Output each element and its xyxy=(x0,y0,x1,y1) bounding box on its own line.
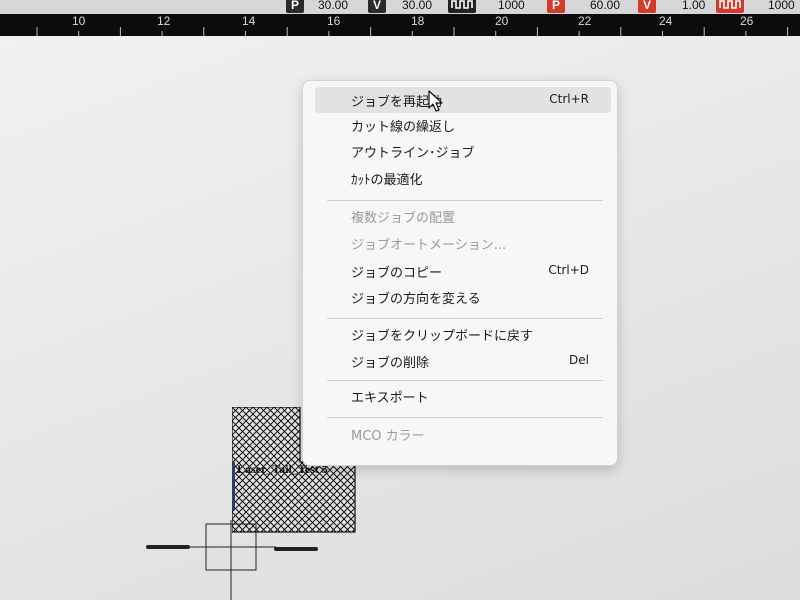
menu-separator xyxy=(327,380,603,381)
menu-item-label: アウトライン･ジョブ xyxy=(351,146,475,161)
ruler-label: 26 xyxy=(740,14,754,28)
menu-item-label: MCO カラー xyxy=(351,429,425,444)
v-icon[interactable]: V xyxy=(368,0,386,13)
menu-item-shortcut: Ctrl+R xyxy=(549,92,589,106)
horizontal-ruler: 10 12 14 16 18 20 22 24 26 xyxy=(0,14,800,36)
ruler-label: 14 xyxy=(242,14,256,28)
ruler-label: 18 xyxy=(411,14,425,28)
ruler-label: 10 xyxy=(72,14,86,28)
job-context-menu: ジョブを再起動 Ctrl+R カット線の繰返し アウトライン･ジョブ ｶｯﾄの最… xyxy=(302,80,618,466)
menu-separator xyxy=(327,318,603,319)
menu-item-label: ジョブオートメーション... xyxy=(351,238,507,253)
p-icon[interactable]: P xyxy=(286,0,304,13)
menu-item-label: カット線の繰返し xyxy=(351,120,456,135)
menu-item-label: ジョブの削除 xyxy=(351,356,430,371)
menu-item-optimize-cut[interactable]: ｶｯﾄの最適化 xyxy=(315,165,611,191)
origin-crosshair-icon[interactable] xyxy=(140,520,320,600)
menu-item-shortcut: Del xyxy=(569,353,589,367)
menu-item-change-job-direction[interactable]: ジョブの方向を変える xyxy=(315,284,611,310)
frequency-value-2[interactable]: 1000 xyxy=(768,0,795,12)
menu-item-shortcut: Ctrl+D xyxy=(548,263,589,277)
ruler-label: 16 xyxy=(327,14,341,28)
menu-item-label: ジョブのコピー xyxy=(351,266,443,281)
menu-item-repeat-cut-lines[interactable]: カット線の繰返し xyxy=(315,112,611,138)
v-icon[interactable]: V xyxy=(638,0,656,13)
mouse-pointer-icon xyxy=(428,90,443,112)
menu-item-return-job-to-clipboard[interactable]: ジョブをクリップボードに戻す xyxy=(315,321,611,347)
ruler-ticks xyxy=(36,27,789,36)
ruler-label: 20 xyxy=(495,14,509,28)
frequency-wave-icon[interactable] xyxy=(448,0,476,13)
menu-item-delete-job[interactable]: ジョブの削除 Del xyxy=(315,348,611,374)
speed-value[interactable]: 30.00 xyxy=(318,0,348,12)
menu-item-copy-job[interactable]: ジョブのコピー Ctrl+D xyxy=(315,258,611,284)
menu-item-label: ｶｯﾄの最適化 xyxy=(351,173,423,188)
p-icon[interactable]: P xyxy=(547,0,565,13)
toolbar: P 30.00 V 30.00 1000 P 60.00 V 1.00 1000 xyxy=(0,0,800,14)
menu-item-outline-job[interactable]: アウトライン･ジョブ xyxy=(315,138,611,164)
frequency-wave-icon[interactable] xyxy=(716,0,744,13)
menu-item-job-automation: ジョブオートメーション... xyxy=(315,230,611,256)
ruler-label: 12 xyxy=(157,14,171,28)
menu-item-arrange-multiple-jobs: 複数ジョブの配置 xyxy=(315,203,611,229)
frequency-value[interactable]: 1000 xyxy=(498,0,525,12)
menu-separator xyxy=(327,200,603,201)
menu-item-label: ジョブをクリップボードに戻す xyxy=(351,329,534,344)
ruler-label: 22 xyxy=(578,14,592,28)
menu-item-restart-job[interactable]: ジョブを再起動 Ctrl+R xyxy=(315,87,611,113)
menu-item-label: エキスポート xyxy=(351,391,429,406)
ruler-label: 24 xyxy=(659,14,673,28)
menu-separator xyxy=(327,417,603,418)
menu-item-mco-color: MCO カラー xyxy=(315,421,611,447)
menu-item-label: 複数ジョブの配置 xyxy=(351,211,456,226)
power-value[interactable]: 30.00 xyxy=(402,0,432,12)
menu-item-export[interactable]: エキスポート xyxy=(315,383,611,409)
speed-value-2[interactable]: 60.00 xyxy=(590,0,620,12)
menu-item-label: ジョブの方向を変える xyxy=(351,292,481,307)
power-value-2[interactable]: 1.00 xyxy=(682,0,705,12)
